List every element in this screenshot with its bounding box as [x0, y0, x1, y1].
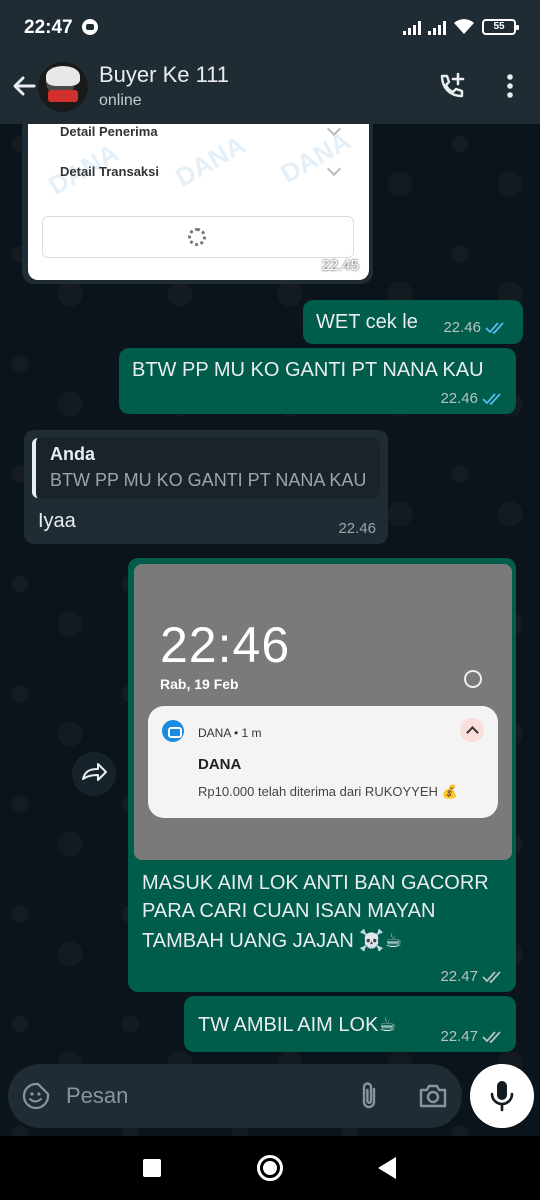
- signal-icon-2: [428, 19, 446, 35]
- notification-screenshot[interactable]: 22:46 Rab, 19 Feb DANA • 1 m DANA Rp10.0…: [134, 564, 512, 860]
- status-icons: 55: [403, 18, 519, 35]
- message-bubble-incoming[interactable]: Anda BTW PP MU KO GANTI PT NANA KAU Iyaa…: [24, 430, 388, 544]
- attach-icon[interactable]: [354, 1080, 384, 1112]
- add-call-icon[interactable]: [436, 70, 468, 102]
- message-meta: 22.47: [440, 1028, 504, 1045]
- wifi-icon: [454, 19, 474, 34]
- caption-line: MASUK AIM LOK ANTI BAN GACORR: [142, 872, 489, 894]
- spinner-icon: [188, 228, 206, 246]
- notification-body: Rp10.000 telah diterima dari RUKOYYEH 💰: [198, 784, 458, 799]
- message-text: TW AMBIL AIM LOK☕: [198, 1014, 397, 1036]
- quote-text: BTW PP MU KO GANTI PT NANA KAU: [50, 470, 367, 490]
- settings-gear-icon: [464, 670, 482, 688]
- message-meta: 22.46: [443, 319, 507, 336]
- mic-icon: [497, 1081, 507, 1100]
- message-bubble-outgoing[interactable]: 22:46 Rab, 19 Feb DANA • 1 m DANA Rp10.0…: [128, 558, 516, 992]
- watermark: DANA: [275, 125, 356, 189]
- message-time: 22.46: [443, 319, 481, 336]
- chat-header: Buyer Ke 111 online: [0, 56, 540, 124]
- contact-name[interactable]: Buyer Ke 111: [99, 62, 229, 88]
- mic-button[interactable]: [470, 1064, 534, 1128]
- message-bubble-outgoing[interactable]: BTW PP MU KO GANTI PT NANA KAU 22.46: [119, 348, 516, 414]
- avatar[interactable]: [38, 62, 88, 112]
- message-bubble-outgoing[interactable]: WET cek le 22.46: [303, 300, 523, 344]
- quoted-message[interactable]: Anda BTW PP MU KO GANTI PT NANA KAU: [32, 438, 380, 498]
- message-time: 22.47: [440, 968, 478, 985]
- screenshot-date: Rab, 19 Feb: [160, 676, 239, 692]
- notification-app: DANA • 1 m: [198, 726, 262, 740]
- message-time: 22.45: [321, 257, 359, 274]
- read-tick-icon: [482, 392, 501, 405]
- chevron-up-icon: [460, 718, 484, 742]
- home-button[interactable]: [257, 1155, 283, 1181]
- forward-icon[interactable]: [72, 752, 116, 796]
- message-text: WET cek le: [316, 311, 418, 333]
- contact-status: online: [99, 92, 142, 109]
- back-arrow-icon[interactable]: [8, 70, 40, 102]
- message-text: Iyaa: [38, 510, 76, 532]
- message-text: BTW PP MU KO GANTI PT NANA KAU: [132, 359, 484, 381]
- delivered-tick-icon: [482, 970, 501, 983]
- quote-author: Anda: [50, 444, 95, 464]
- signal-icon: [403, 19, 421, 35]
- caption-line: TAMBAH UANG JAJAN ☠️☕: [142, 930, 403, 952]
- receipt-row-transaction: Detail Transaksi: [60, 164, 159, 179]
- status-bar: 22:47 55: [0, 0, 540, 56]
- message-meta: 22.47: [440, 968, 504, 985]
- message-time: 22.47: [440, 1028, 478, 1045]
- caption-line: PARA CARI CUAN ISAN MAYAN: [142, 900, 436, 922]
- whatsapp-notification-icon: [82, 19, 98, 35]
- message-composer: [8, 1064, 462, 1128]
- system-nav-bar: [0, 1136, 540, 1200]
- battery-icon: 55: [482, 18, 519, 35]
- message-meta: 22.46: [440, 390, 504, 407]
- more-options-icon[interactable]: [494, 70, 526, 102]
- receipt-image[interactable]: DANA DANA DANA Detail Penerima Detail Tr…: [28, 124, 369, 280]
- sticker-icon[interactable]: [22, 1082, 50, 1110]
- message-meta: 22.46: [338, 520, 376, 537]
- recents-button[interactable]: [143, 1159, 161, 1177]
- receipt-row-recipient: Detail Penerima: [60, 124, 158, 139]
- message-time: 22.46: [338, 520, 376, 537]
- dana-logo-icon: [162, 720, 184, 742]
- watermark: DANA: [170, 129, 251, 193]
- delivered-tick-icon: [482, 1030, 501, 1043]
- message-input[interactable]: [66, 1080, 336, 1112]
- status-time: 22:47: [24, 17, 73, 38]
- notification-title: DANA: [198, 756, 242, 773]
- back-button[interactable]: [378, 1157, 396, 1179]
- chat-area[interactable]: DANA DANA DANA Detail Penerima Detail Tr…: [0, 124, 540, 1136]
- read-tick-icon: [485, 321, 504, 334]
- screenshot-clock: 22:46: [160, 617, 291, 673]
- message-bubble-outgoing[interactable]: TW AMBIL AIM LOK☕ 22.47: [184, 996, 516, 1052]
- message-time: 22.46: [440, 390, 478, 407]
- dana-notification: DANA • 1 m DANA Rp10.000 telah diterima …: [148, 706, 498, 818]
- camera-icon[interactable]: [418, 1082, 448, 1110]
